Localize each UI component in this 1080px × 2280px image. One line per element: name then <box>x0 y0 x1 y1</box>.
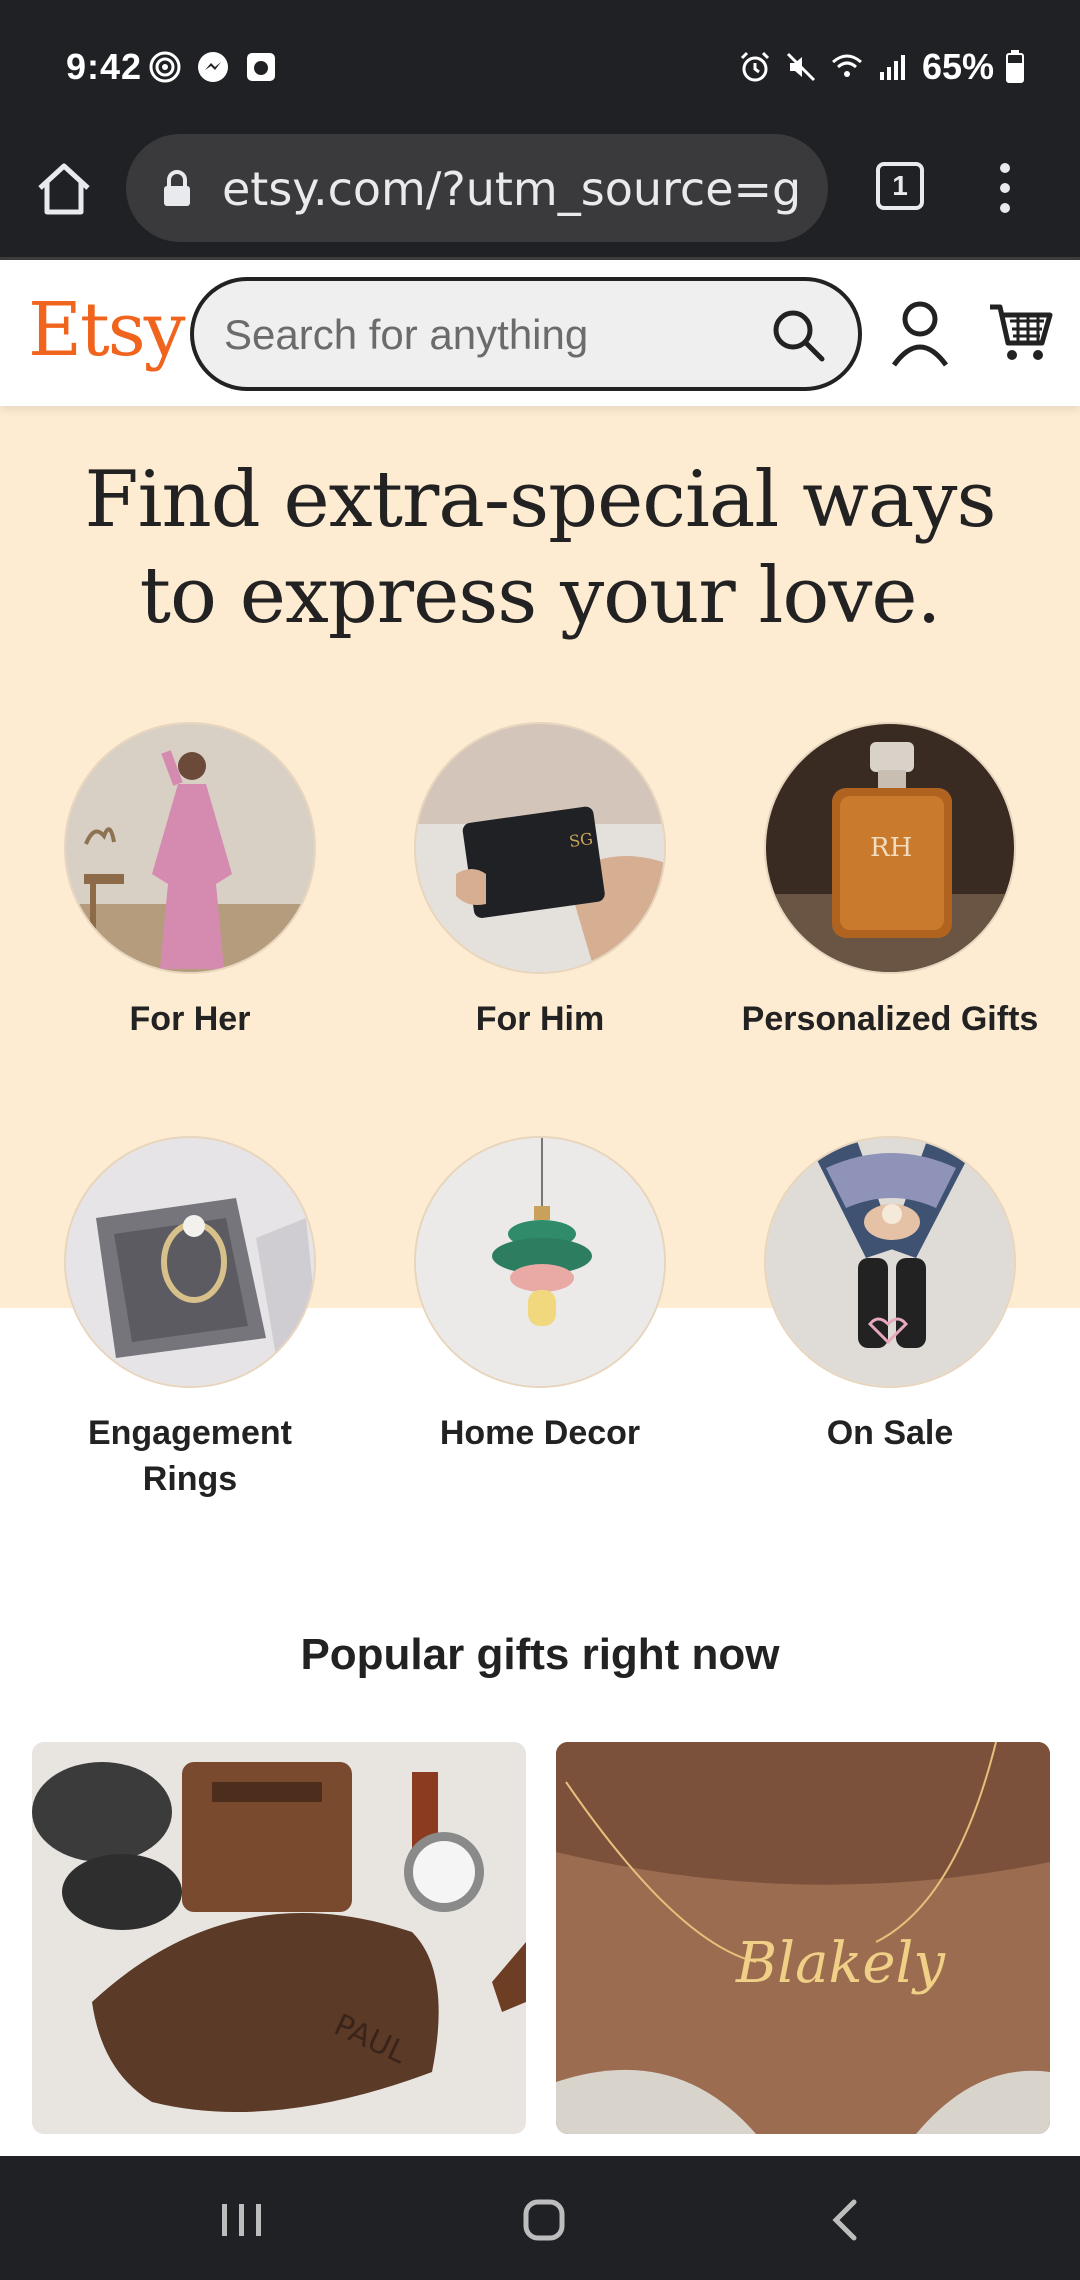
alarm-icon <box>740 51 769 82</box>
home-icon[interactable] <box>30 156 98 224</box>
category-label: Home Decor <box>439 1414 641 1452</box>
back-icon[interactable] <box>816 2190 876 2250</box>
svg-text:Blakely: Blakely <box>735 1931 946 1996</box>
nfc-icon <box>149 51 181 83</box>
mute-icon <box>786 52 815 82</box>
category-image-on-sale <box>764 1136 1016 1388</box>
category-home-decor[interactable]: Home Decor <box>390 1136 690 1456</box>
hero-title: Find extra-special ways to express your … <box>84 455 996 641</box>
category-label: Engagement Rings <box>87 1414 293 1498</box>
home-nav-icon[interactable] <box>514 2190 574 2250</box>
product-image-wallet: PAUL <box>32 1742 526 2134</box>
account-icon[interactable] <box>888 299 952 369</box>
system-nav-bar <box>0 2156 1080 2280</box>
category-personalized-gifts[interactable]: RH Personalized Gifts <box>740 722 1040 1042</box>
product-card-wallet[interactable]: PAUL <box>32 1742 526 2134</box>
svg-text:SG: SG <box>568 829 594 851</box>
category-image-home-decor <box>414 1136 666 1388</box>
tab-switcher-button[interactable]: 1 <box>876 162 924 210</box>
url-text: etsy.com/?utm_source=g <box>222 162 802 216</box>
category-image-for-him: SG <box>414 722 666 974</box>
category-label: For Him <box>475 1000 605 1038</box>
status-right-icons: 65% <box>738 46 1024 88</box>
battery-percent: 65% <box>921 46 994 87</box>
etsy-logo[interactable]: Etsy <box>28 287 186 373</box>
address-bar[interactable]: etsy.com/?utm_source=g <box>126 134 828 242</box>
search-box[interactable] <box>190 277 862 391</box>
category-label: Personalized Gifts <box>741 1000 1039 1038</box>
status-time: 9:42 <box>66 46 143 87</box>
category-engagement-rings[interactable]: Engagement Rings <box>40 1136 340 1502</box>
category-label: For Her <box>129 1000 251 1038</box>
wifi-icon <box>831 54 862 77</box>
battery-icon <box>1006 50 1024 83</box>
popular-gifts-title: Popular gifts right now <box>300 1630 780 1679</box>
browser-toolbar: etsy.com/?utm_source=g 1 <box>0 126 1080 260</box>
camera-app-icon <box>247 53 275 81</box>
screen: 9:42 65% etsy.com/?utm_source=g 1 Etsy S… <box>0 0 1080 2280</box>
product-card-necklace[interactable]: Blakely <box>556 1742 1050 2134</box>
category-on-sale[interactable]: On Sale <box>740 1136 1040 1456</box>
category-image-personalized-gifts: RH <box>764 722 1016 974</box>
svg-text:RH: RH <box>870 833 912 863</box>
category-label: On Sale <box>826 1414 954 1452</box>
search-icon[interactable] <box>768 305 828 365</box>
category-image-engagement-rings <box>64 1136 316 1388</box>
status-bar: 9:42 65% <box>0 0 1080 126</box>
messenger-icon <box>198 52 228 82</box>
more-menu-icon[interactable] <box>990 158 1020 218</box>
recent-apps-icon[interactable] <box>212 2190 272 2250</box>
site-header: Etsy <box>0 263 1080 406</box>
status-left-icons <box>148 50 278 84</box>
category-for-him[interactable]: SG For Him <box>390 722 690 1042</box>
search-input[interactable] <box>224 305 744 365</box>
signal-icon <box>879 55 905 80</box>
product-image-necklace: Blakely <box>556 1742 1050 2134</box>
cart-icon[interactable] <box>988 299 1054 365</box>
lock-icon <box>164 170 190 206</box>
category-for-her[interactable]: For Her <box>40 722 340 1042</box>
category-image-for-her <box>64 722 316 974</box>
